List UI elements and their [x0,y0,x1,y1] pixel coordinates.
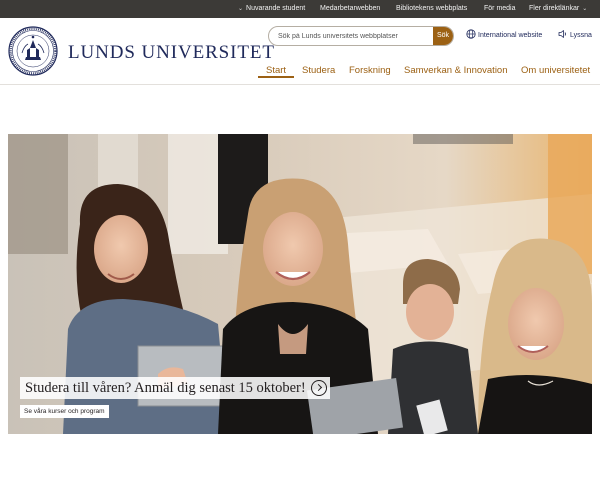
nav-item-studera[interactable]: Studera [302,64,335,78]
university-seal-icon [8,26,58,76]
topbar-link-for-media[interactable]: För media [484,0,516,18]
hero-cta-link[interactable]: Se våra kurser och program [20,405,109,418]
arrow-right-circle-icon [310,380,327,396]
topbar-link-bibliotekens-webbplats[interactable]: Bibliotekens webbplats [396,0,467,18]
listen-link[interactable]: Lyssna [558,30,592,42]
nav-item-samverkan-innovation[interactable]: Samverkan & Innovation [404,64,508,78]
topbar-link-fler-direktlankar[interactable]: Fler direktlänkar ⌄ [529,0,587,18]
speaker-icon [558,30,566,39]
site-header: Lunds universitet Sök International webs… [0,18,600,85]
nav-item-forskning[interactable]: Forskning [349,64,391,78]
logo-wordmark[interactable]: Lunds universitet [68,42,275,64]
topbar-link-nuvarande-student[interactable]: ⌄ Nuvarande student [238,0,305,18]
topbar-link-medarbetarwebben[interactable]: Medarbetarwebben [320,0,380,18]
nav-active-indicator [258,76,294,78]
international-website-link[interactable]: International website [466,29,542,42]
chevron-down-icon: ⌄ [238,6,244,12]
hero-headline-link[interactable]: Studera till våren? Anmäl dig senast 15 … [20,377,330,399]
utility-bar: ⌄ Nuvarande student Medarbetarwebben Bibl… [0,0,600,18]
chevron-down-icon: ⌄ [582,6,588,12]
globe-icon [466,29,476,39]
search-form: Sök [268,26,454,46]
nav-item-om-universitetet[interactable]: Om universitetet [521,64,590,78]
search-button[interactable]: Sök [433,27,453,45]
search-input[interactable] [269,27,436,45]
hero-banner[interactable]: Studera till våren? Anmäl dig senast 15 … [8,134,592,434]
